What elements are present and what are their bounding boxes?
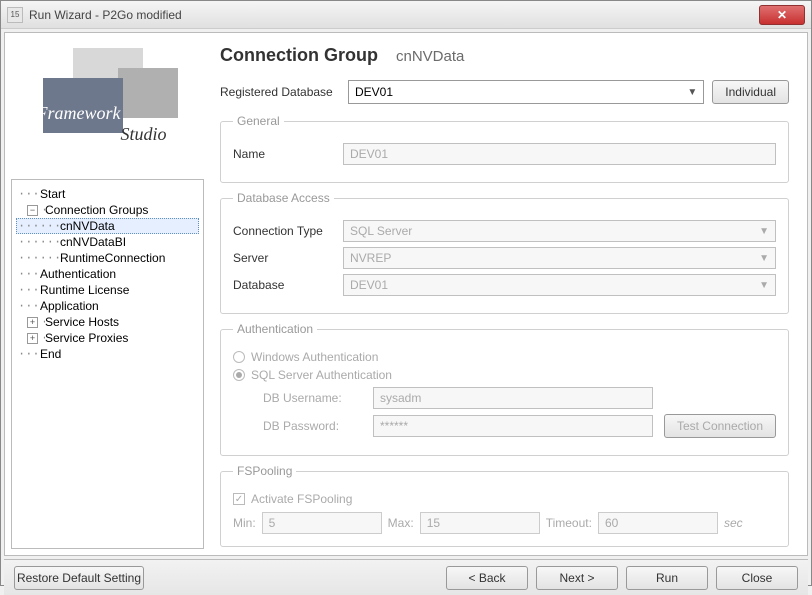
sql-auth-radio: SQL Server Authentication <box>233 368 776 382</box>
db-access-group: Database Access Connection Type SQL Serv… <box>220 191 789 314</box>
page-subtitle: cnNVData <box>396 48 464 65</box>
tree-expander-icon[interactable]: + <box>27 317 38 328</box>
db-password-label: DB Password: <box>263 419 373 433</box>
chevron-down-icon: ▼ <box>759 253 769 264</box>
db-username-label: DB Username: <box>263 391 373 405</box>
conn-type-label: Connection Type <box>233 224 343 238</box>
pool-max-field: 15 <box>420 512 540 534</box>
logo: Framework Studio <box>33 48 183 158</box>
tree-item[interactable]: ······End <box>16 346 199 362</box>
database-label: Database <box>233 278 343 292</box>
page-title: Connection Group <box>220 45 378 66</box>
pool-max-label: Max: <box>388 516 414 530</box>
tree-item[interactable]: +·Service Proxies <box>16 330 199 346</box>
activate-fspooling-checkbox: ✓ Activate FSPooling <box>233 492 776 506</box>
db-username-field: sysadm <box>373 387 653 409</box>
pool-timeout-label: Timeout: <box>546 516 592 530</box>
tree-item[interactable]: +·Service Hosts <box>16 314 199 330</box>
right-panel: Connection Group cnNVData Registered Dat… <box>210 33 807 555</box>
left-panel: Framework Studio ······Start−·Connection… <box>5 33 210 555</box>
pool-timeout-field: 60 <box>598 512 718 534</box>
tree-item[interactable]: ······cnNVData <box>16 218 199 234</box>
chevron-down-icon: ▼ <box>759 226 769 237</box>
registered-db-label: Registered Database <box>220 85 340 99</box>
registered-db-select[interactable]: DEV01 ▼ <box>348 80 704 104</box>
app-icon: 15 <box>7 7 23 23</box>
navigation-tree[interactable]: ······Start−·Connection Groups······cnNV… <box>11 179 204 549</box>
window-title: Run Wizard - P2Go modified <box>29 8 182 22</box>
window-close-button[interactable]: ✕ <box>759 5 805 25</box>
logo-text-2: Studio <box>121 124 167 145</box>
name-field: DEV01 <box>343 143 776 165</box>
fspooling-group: FSPooling ✓ Activate FSPooling Min: 5 Ma… <box>220 464 789 547</box>
chevron-down-icon: ▼ <box>759 280 769 291</box>
logo-text-1: Framework <box>37 103 121 124</box>
chevron-down-icon: ▼ <box>687 87 697 98</box>
name-label: Name <box>233 147 343 161</box>
server-select: NVREP▼ <box>343 247 776 269</box>
tree-item[interactable]: ······Start <box>16 186 199 202</box>
server-label: Server <box>233 251 343 265</box>
footer: Restore Default Setting < Back Next > Ru… <box>4 559 808 595</box>
database-select: DEV01▼ <box>343 274 776 296</box>
auth-group: Authentication Windows Authentication SQ… <box>220 322 789 456</box>
general-group: General Name DEV01 <box>220 114 789 183</box>
auth-legend: Authentication <box>233 322 317 336</box>
logo-area: Framework Studio <box>5 33 210 173</box>
pool-min-field: 5 <box>262 512 382 534</box>
general-legend: General <box>233 114 284 128</box>
tree-expander-icon[interactable]: + <box>27 333 38 344</box>
tree-item[interactable]: ······Runtime License <box>16 282 199 298</box>
registered-db-value: DEV01 <box>355 85 393 99</box>
tree-item[interactable]: ······Application <box>16 298 199 314</box>
tree-item[interactable]: ······RuntimeConnection <box>16 250 199 266</box>
content: Framework Studio ······Start−·Connection… <box>4 32 808 556</box>
conn-type-select: SQL Server▼ <box>343 220 776 242</box>
fspooling-legend: FSPooling <box>233 464 296 478</box>
tree-item[interactable]: −·Connection Groups <box>16 202 199 218</box>
pool-sec-label: sec <box>724 516 743 530</box>
db-password-field: ****** <box>373 415 653 437</box>
tree-item[interactable]: ······Authentication <box>16 266 199 282</box>
db-access-legend: Database Access <box>233 191 334 205</box>
tree-expander-icon[interactable]: − <box>27 205 38 216</box>
pool-min-label: Min: <box>233 516 256 530</box>
windows-auth-radio: Windows Authentication <box>233 350 776 364</box>
test-connection-button: Test Connection <box>664 414 776 438</box>
individual-button[interactable]: Individual <box>712 80 789 104</box>
titlebar: 15 Run Wizard - P2Go modified ✕ <box>1 1 811 29</box>
page-header: Connection Group cnNVData <box>220 45 789 66</box>
tree-item[interactable]: ······cnNVDataBI <box>16 234 199 250</box>
